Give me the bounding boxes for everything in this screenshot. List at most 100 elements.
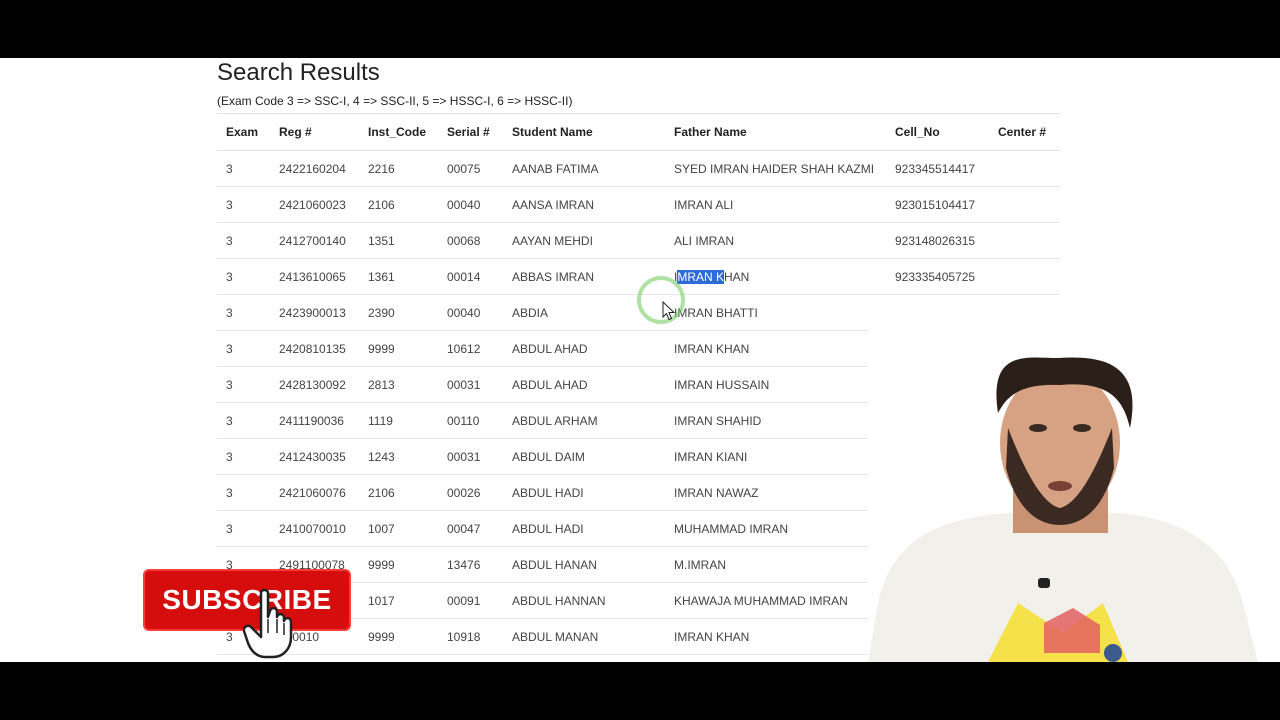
table-row[interactable]: 3 2422160204 2216 00075 AANAB FATIMA SYED IMR…	[217, 150, 1060, 187]
cell-center	[989, 222, 1060, 259]
letterbox-bottom	[0, 662, 1280, 720]
cell-serial: 00040	[438, 186, 503, 223]
cell-inst-code: 2216	[359, 150, 438, 187]
cell-inst-code: 1007	[359, 510, 438, 547]
cell-exam: 3	[217, 186, 270, 223]
cell-cell-no: 923015104417	[886, 186, 989, 223]
subscribe-overlay[interactable]: SUBSCRIBE	[143, 569, 353, 659]
cell-student-name: AAYAN MEHDI	[503, 222, 665, 259]
cell-father-name: KHAWAJA MUHAMMAD IMRAN	[665, 582, 886, 619]
header-exam[interactable]: Exam	[217, 113, 270, 151]
cell-student-name: ABDUL ARHAM	[503, 402, 665, 439]
cell-serial: 10612	[438, 330, 503, 367]
cell-exam: 3	[217, 258, 270, 295]
cell-serial: 00068	[438, 222, 503, 259]
cell-exam: 3	[217, 402, 270, 439]
cell-serial: 10918	[438, 618, 503, 655]
cell-reg: 2420810135	[270, 330, 359, 367]
header-cell-no[interactable]: Cell_No	[886, 113, 989, 151]
cell-inst-code: 2390	[359, 294, 438, 331]
cell-student-name: ABDUL HANNAN	[503, 582, 665, 619]
cell-inst-code: 2106	[359, 186, 438, 223]
header-row: Exam Reg # Inst_Code Serial # Student Na…	[217, 113, 1060, 151]
cell-father-name: IMRAN KHAN	[665, 330, 886, 367]
table-header: Exam Reg # Inst_Code Serial # Student Na…	[217, 113, 1060, 151]
cell-serial: 00026	[438, 474, 503, 511]
cell-serial: 00047	[438, 510, 503, 547]
webcam-presenter-image	[868, 303, 1258, 662]
cell-student-name: AANSA IMRAN	[503, 186, 665, 223]
cell-cell-no: 923335405725	[886, 258, 989, 295]
cell-exam: 3	[217, 222, 270, 259]
header-inst-code[interactable]: Inst_Code	[359, 113, 438, 151]
cell-inst-code: 2106	[359, 474, 438, 511]
cell-father-name: IMRAN KHAN	[665, 618, 886, 655]
cell-father-name: IMRAN BHATTI	[665, 294, 886, 331]
cell-reg: 2410070010	[270, 510, 359, 547]
cell-cell-no: 923345514417	[886, 150, 989, 187]
cell-inst-code: 9999	[359, 330, 438, 367]
cell-serial: 00040	[438, 294, 503, 331]
cell-cell-no: 923148026315	[886, 222, 989, 259]
cell-student-name: ABDUL HADI	[503, 510, 665, 547]
cell-serial: 00031	[438, 366, 503, 403]
header-reg[interactable]: Reg #	[270, 113, 359, 151]
cell-center	[989, 186, 1060, 223]
cell-student-name: ABDUL MANAN	[503, 618, 665, 655]
cell-inst-code: 1017	[359, 582, 438, 619]
cell-reg: 2412700140	[270, 222, 359, 259]
cell-student-name: ABDUL HADI	[503, 474, 665, 511]
header-serial[interactable]: Serial #	[438, 113, 503, 151]
cell-exam: 3	[217, 366, 270, 403]
text-selection: MRAN K	[677, 269, 725, 284]
cell-exam: 3	[217, 474, 270, 511]
cell-serial: 00075	[438, 150, 503, 187]
cell-father-name: M.IMRAN	[665, 546, 886, 583]
letterbox-top	[0, 0, 1280, 58]
results-page: Search Results (Exam Code 3 => SSC-I, 4 …	[0, 58, 1280, 662]
header-student-name[interactable]: Student Name	[503, 113, 665, 151]
father-name-text: HAN	[724, 269, 750, 284]
cell-center	[989, 258, 1060, 295]
cell-reg: 2422160204	[270, 150, 359, 187]
cell-serial: 00110	[438, 402, 503, 439]
cell-student-name: ABDUL AHAD	[503, 330, 665, 367]
page-title: Search Results	[217, 59, 380, 86]
cell-exam: 3	[217, 438, 270, 475]
cursor-ring-icon	[637, 276, 685, 324]
cell-student-name: ABDUL HANAN	[503, 546, 665, 583]
cell-reg: 2421060023	[270, 186, 359, 223]
cell-father-name: IMRAN ALI	[665, 186, 886, 223]
table-row[interactable]: 3 2412700140 1351 00068 AAYAN MEHDI ALI IMRAN…	[217, 222, 1060, 259]
table-row[interactable]: 3 2421060023 2106 00040 AANSA IMRAN IMRAN ALI…	[217, 186, 1060, 223]
cell-student-name: ABDUL DAIM	[503, 438, 665, 475]
cell-exam: 3	[217, 330, 270, 367]
mouse-pointer-icon	[662, 301, 676, 321]
cell-reg: 2413610065	[270, 258, 359, 295]
cell-father-name: ALI IMRAN	[665, 222, 886, 259]
cell-inst-code: 1119	[359, 402, 438, 439]
cell-reg: 2411190036	[270, 402, 359, 439]
cell-exam: 3	[217, 510, 270, 547]
cell-serial: 00014	[438, 258, 503, 295]
cell-exam: 3	[217, 150, 270, 187]
cell-student-name: AANAB FATIMA	[503, 150, 665, 187]
cell-reg: 2412430035	[270, 438, 359, 475]
cell-inst-code: 1351	[359, 222, 438, 259]
cell-reg: 2421060076	[270, 474, 359, 511]
exam-code-legend: (Exam Code 3 => SSC-I, 4 => SSC-II, 5 =>…	[217, 94, 573, 108]
cell-father-name: IMRAN SHAHID	[665, 402, 886, 439]
cell-father-name: IMRAN NAWAZ	[665, 474, 886, 511]
cell-exam: 3	[217, 294, 270, 331]
header-center[interactable]: Center #	[989, 113, 1060, 151]
cell-inst-code: 9999	[359, 618, 438, 655]
cell-father-name: IMRAN KIANI	[665, 438, 886, 475]
cell-center	[989, 150, 1060, 187]
cell-serial: 00091	[438, 582, 503, 619]
cell-inst-code: 1243	[359, 438, 438, 475]
cell-serial: 00031	[438, 438, 503, 475]
header-father-name[interactable]: Father Name	[665, 113, 886, 151]
cell-student-name: ABDUL AHAD	[503, 366, 665, 403]
cell-inst-code: 2813	[359, 366, 438, 403]
cell-father-name: IMRAN KHAN	[665, 258, 886, 295]
